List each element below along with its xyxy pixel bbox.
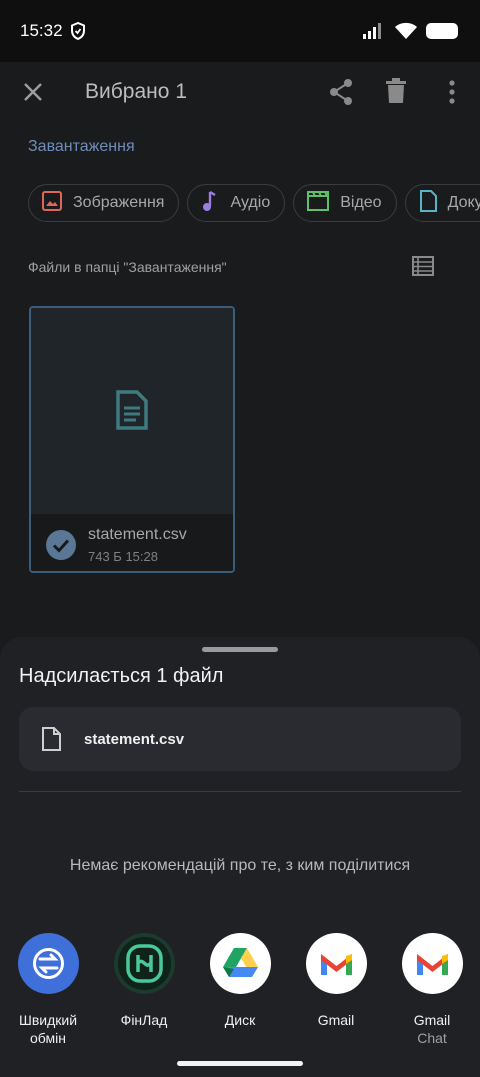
share-target-label: Диск (224, 1012, 256, 1028)
share-target-sublabel: Chat (417, 1030, 447, 1046)
document-icon (41, 727, 61, 756)
document-icon (418, 189, 438, 218)
share-target-drive[interactable]: Диск (192, 933, 288, 1029)
chip-label: Аудіо (230, 194, 271, 211)
battery-icon (426, 23, 458, 39)
no-recommendations-text: Немає рекомендацій про те, з ким поділит… (69, 857, 411, 874)
drag-handle[interactable] (202, 647, 278, 652)
clapperboard-icon (306, 190, 330, 217)
gmail-icon (305, 933, 367, 994)
finlad-icon (113, 933, 175, 994)
chip-label: Документи (447, 194, 480, 211)
list-view-icon[interactable] (412, 256, 434, 281)
close-icon[interactable] (20, 79, 46, 110)
file-card[interactable]: statement.csv 743 Б 15:28 (29, 306, 235, 573)
divider (19, 791, 461, 792)
shared-file-name: statement.csv (84, 731, 185, 748)
files-section-label: Файли в папці "Завантаження" (28, 259, 227, 275)
share-target-label: ФінЛад (120, 1012, 168, 1028)
music-note-icon (200, 190, 220, 217)
chip-video[interactable]: Відео (293, 184, 397, 222)
file-thumbnail (31, 308, 233, 514)
shared-file-row: statement.csv (19, 707, 461, 771)
shield-icon (70, 21, 86, 45)
gesture-nav-handle[interactable] (177, 1061, 303, 1066)
chip-audio[interactable]: Аудіо (187, 184, 286, 222)
share-target-gmail-chat[interactable]: Gmail Chat (384, 933, 480, 1048)
quick-share-icon (17, 933, 79, 994)
wifi-icon (394, 21, 418, 45)
more-options-icon[interactable] (448, 79, 456, 110)
document-icon (115, 390, 149, 435)
file-info: statement.csv 743 Б 15:28 (31, 514, 233, 571)
file-meta: 743 Б 15:28 (88, 549, 158, 564)
share-sheet-heading: Надсилається 1 файл (19, 665, 224, 687)
share-target-finlad[interactable]: ФінЛад (96, 933, 192, 1029)
chip-documents[interactable]: Документи (404, 184, 480, 222)
selection-title: Вибрано 1 (85, 80, 187, 103)
chip-label: Зображення (73, 194, 165, 211)
image-icon (41, 190, 63, 217)
share-sheet: Надсилається 1 файл statement.csv Немає … (0, 637, 480, 1077)
share-target-label: Gmail (413, 1012, 451, 1028)
share-icon[interactable] (328, 78, 354, 111)
delete-icon[interactable] (385, 78, 407, 109)
google-drive-icon (209, 933, 271, 994)
status-time: 15:32 (20, 21, 63, 40)
share-target-quick-share[interactable]: Швидкий обмін (0, 933, 96, 1047)
share-target-label: Gmail (317, 1012, 355, 1028)
chip-label: Відео (340, 194, 382, 211)
share-target-gmail[interactable]: Gmail (288, 933, 384, 1029)
selection-toolbar: Вибрано 1 (0, 62, 480, 122)
filter-chips: Зображення Аудіо Відео Документи (28, 184, 480, 224)
gmail-icon (401, 933, 463, 994)
share-targets: Швидкий обмін ФінЛад Диск Gmail Gmail Ch… (0, 933, 480, 1053)
cell-signal-icon (362, 23, 384, 44)
status-bar: 15:32 (0, 0, 480, 62)
check-icon[interactable] (46, 530, 76, 560)
file-name: statement.csv (88, 526, 187, 543)
chip-images[interactable]: Зображення (28, 184, 180, 222)
share-target-label: Швидкий обмін (18, 1012, 78, 1046)
breadcrumb-folder[interactable]: Завантаження (28, 138, 135, 156)
